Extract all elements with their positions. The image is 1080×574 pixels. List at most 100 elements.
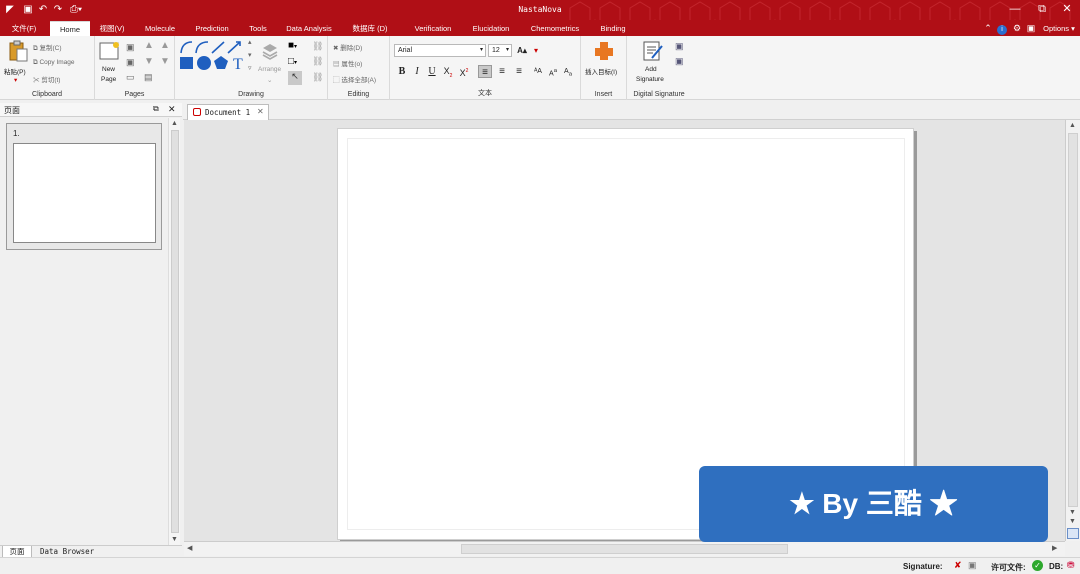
copy-image-button[interactable]: ⧉ Copy Image [33, 59, 75, 67]
group-digital-signature: Add Signature ▣ ▣ Digital Signature [627, 36, 691, 100]
shapes-scroll-up-icon[interactable]: ▴ [248, 38, 252, 46]
help-icon[interactable]: ▣ [1025, 21, 1037, 36]
text-effect-3-icon[interactable]: Aa [561, 65, 575, 78]
drawing-shapes[interactable]: T [178, 39, 246, 71]
subscript-button[interactable]: X2 [441, 65, 455, 79]
insert-object-button[interactable]: 插入目标(I) [585, 66, 617, 76]
settings-icon[interactable]: ⚙ [1011, 21, 1023, 36]
cut-button[interactable]: ✂ 剪切(t) [33, 74, 60, 84]
document-vertical-scrollbar[interactable]: ▲ ▼ ▼ [1065, 120, 1080, 541]
italic-button[interactable]: I [410, 65, 424, 78]
signature-props-status-icon[interactable]: ▣ [968, 560, 977, 571]
page-thumbnail[interactable]: 1. [6, 123, 162, 250]
doc-view-icon[interactable] [1067, 528, 1079, 539]
new-page-icon[interactable] [99, 41, 121, 61]
move-last-icon[interactable]: ▼ [160, 56, 170, 67]
tab-file[interactable]: 文件(F) [6, 21, 42, 36]
doc-scroll-down-icon[interactable]: ▼ [1069, 509, 1076, 516]
tab-elucidation[interactable]: Elucidation [468, 21, 514, 36]
paste-icon[interactable] [8, 40, 28, 62]
ungroup-icon[interactable]: ⛓ [312, 72, 323, 83]
tab-database[interactable]: 数据库 (D) [346, 21, 394, 36]
font-family-select[interactable]: Arial ▾ [394, 44, 486, 57]
copy-button[interactable]: ⧉ 复制(C) [33, 42, 62, 53]
doc-scroll-thumb[interactable] [1068, 133, 1078, 507]
license-ok-icon[interactable]: ✓ [1032, 560, 1043, 571]
paste-button[interactable]: 粘贴(P) [4, 66, 26, 76]
add-signature-line2[interactable]: Signature [636, 76, 664, 83]
tab-verification[interactable]: Verification [408, 21, 458, 36]
arrange-dropdown-icon[interactable]: ⌄ [267, 76, 272, 84]
arrange-icon[interactable] [261, 42, 279, 60]
shrink-font-icon[interactable]: ▾ [529, 44, 543, 57]
tab-home[interactable]: Home [50, 21, 90, 36]
doc-scroll-left-icon[interactable]: ◀ [187, 544, 192, 552]
document-horizontal-scrollbar[interactable]: ◀ ▶ [184, 541, 1065, 556]
delete-button[interactable]: ✖ 删除(D) [333, 42, 362, 52]
text-effect-1-icon[interactable]: ᴬA [531, 65, 545, 78]
db-status-icon[interactable]: ⛃ [1067, 560, 1075, 571]
signature-status-icon[interactable]: ✘ [954, 560, 962, 571]
superscript-button[interactable]: X2 [457, 65, 471, 78]
verify-signature-icon[interactable]: ▣ [675, 41, 684, 52]
properties-button[interactable]: ▤ 属性(o) [333, 58, 362, 68]
move-up-icon[interactable]: ▲ [144, 40, 154, 51]
tab-data-analysis[interactable]: Data Analysis [282, 21, 336, 36]
move-first-icon[interactable]: ▲ [160, 40, 170, 51]
font-size-select[interactable]: 12 ▾ [488, 44, 512, 57]
arrange-button[interactable]: Arrange [258, 66, 281, 73]
info-icon[interactable]: i [996, 21, 1008, 36]
close-document-icon[interactable]: ✕ [257, 107, 264, 116]
paste-dropdown-icon[interactable]: ▾ [14, 76, 17, 84]
collapse-ribbon-icon[interactable]: ⌃ [982, 21, 994, 36]
shapes-more-icon[interactable]: ▿ [248, 64, 252, 72]
underline-button[interactable]: U [425, 65, 439, 78]
tab-chemometrics[interactable]: Chemometrics [526, 21, 584, 36]
page-setup-icon[interactable]: ▣ [126, 42, 135, 53]
doc-scroll-right-icon[interactable]: ▶ [1052, 544, 1057, 552]
add-signature-line1[interactable]: Add [645, 66, 657, 73]
doc-hscroll-thumb[interactable] [461, 544, 788, 554]
scroll-down-icon[interactable]: ▼ [171, 536, 178, 543]
page-props-icon[interactable]: ▣ [126, 57, 135, 68]
signature-props-icon[interactable]: ▣ [675, 56, 684, 67]
copy-image-label: Copy Image [39, 59, 75, 66]
page-grid-icon[interactable]: ▭ [126, 72, 135, 83]
tab-molecule[interactable]: Molecule [139, 21, 181, 36]
signature-icon[interactable] [642, 40, 664, 62]
line-color-icon[interactable]: □▾ [288, 56, 297, 67]
close-button[interactable]: ✕ [1057, 2, 1077, 16]
scroll-thumb[interactable] [171, 130, 179, 533]
align-center-button[interactable]: ≡ [495, 65, 509, 78]
tab-binding[interactable]: Binding [594, 21, 632, 36]
doc-scroll-up-icon[interactable]: ▲ [1069, 122, 1076, 129]
select-tool-icon[interactable]: ↖ [288, 71, 302, 85]
shapes-scroll-down-icon[interactable]: ▾ [248, 51, 252, 59]
new-page-line1[interactable]: New [102, 66, 115, 73]
move-down-icon[interactable]: ▼ [144, 56, 154, 67]
float-panel-icon[interactable]: ⧉ [153, 104, 159, 114]
text-effect-2-icon[interactable]: Aa [546, 65, 560, 78]
tab-prediction[interactable]: Prediction [191, 21, 233, 36]
close-panel-icon[interactable]: ✕ [168, 104, 176, 115]
group-objects-icon[interactable]: ⛓ [312, 56, 323, 67]
fill-color-icon[interactable]: ■▾ [288, 40, 297, 51]
maximize-button[interactable]: ⧉ [1032, 2, 1052, 16]
tab-view[interactable]: 视图(V) [96, 21, 128, 36]
select-all-button[interactable]: ⬚ 选择全部(A) [333, 74, 376, 84]
align-icon[interactable]: ⛓ [312, 41, 323, 52]
document-tab[interactable]: Document 1 ✕ [187, 104, 269, 120]
pages-vertical-scrollbar[interactable]: ▲ ▼ [168, 118, 180, 546]
options-menu[interactable]: Options ▾ [1040, 21, 1078, 36]
page-list-icon[interactable]: ▤ [144, 72, 153, 83]
bold-button[interactable]: B [395, 65, 409, 78]
align-right-button[interactable]: ≡ [512, 65, 526, 78]
doc-page-down-icon[interactable]: ▼ [1069, 518, 1076, 525]
tab-tools[interactable]: Tools [244, 21, 272, 36]
scroll-up-icon[interactable]: ▲ [171, 120, 178, 127]
minimize-button[interactable]: — [1005, 2, 1025, 16]
align-left-button[interactable]: ≡ [478, 65, 492, 78]
new-page-line2[interactable]: Page [101, 76, 116, 83]
insert-object-icon[interactable] [594, 41, 614, 61]
grow-font-icon[interactable]: A▴ [515, 44, 529, 57]
